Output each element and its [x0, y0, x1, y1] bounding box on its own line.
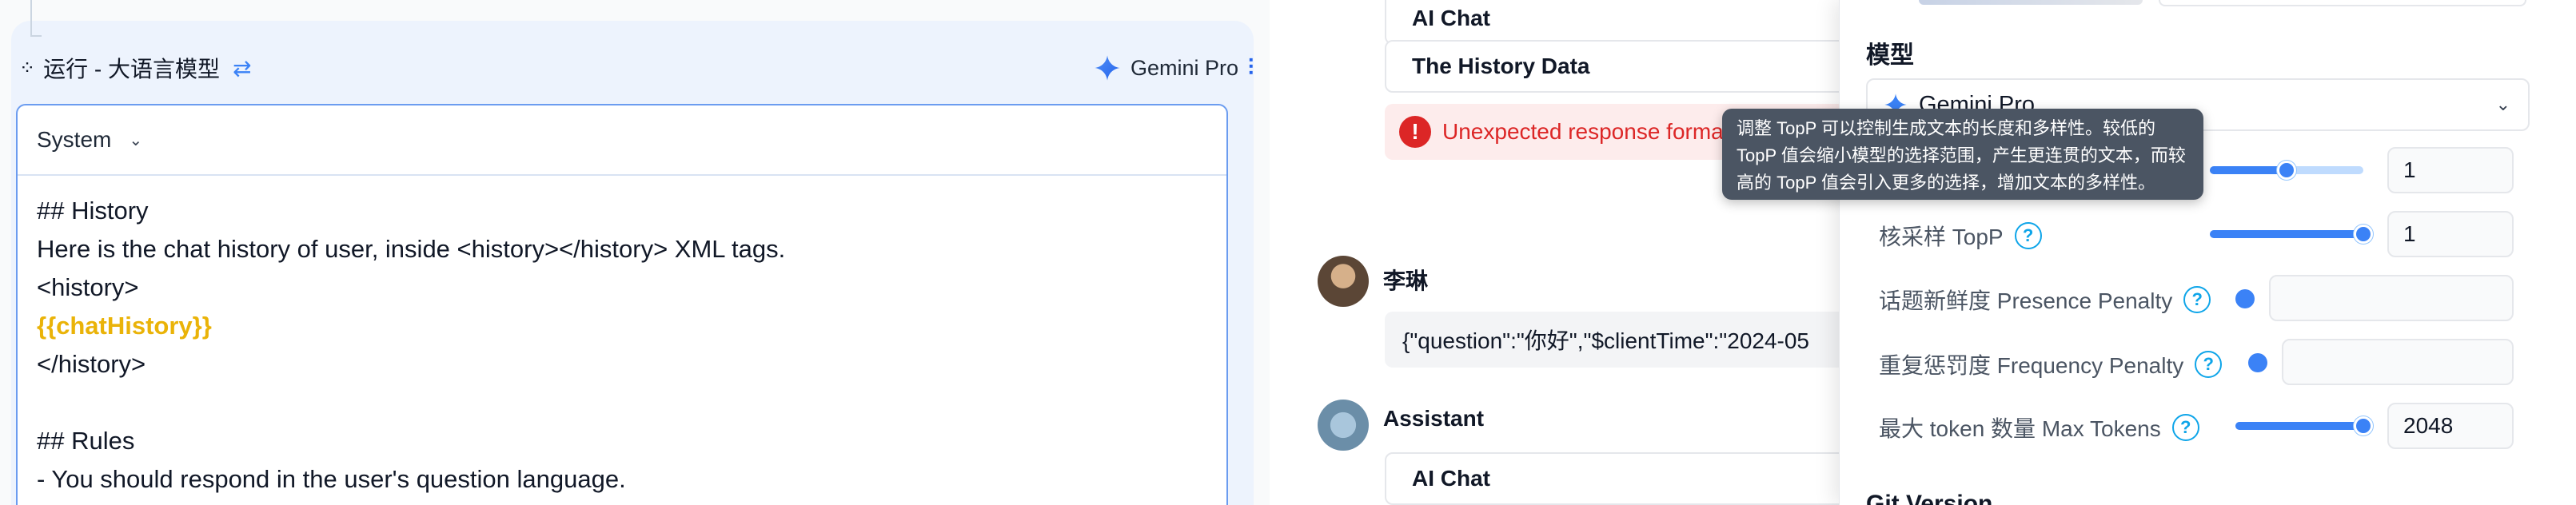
param-label-text: 话题新鲜度 Presence Penalty: [1879, 288, 2173, 313]
role-select-value: System: [37, 127, 112, 152]
tooltip-line: TopP 值会缩小模型的选择范围，产生更连贯的文本，而较: [1737, 145, 2186, 165]
slider-handle[interactable]: [2354, 416, 2373, 435]
model-chip[interactable]: Gemini Pro ⫶: [1094, 48, 1254, 88]
app-root: ⁘ 运行 - 大语言模型 ⇄ Gemini Pro ⫶ System ⌄ ## …: [0, 0, 2576, 505]
panel-divider: [1270, 0, 1286, 505]
swap-icon[interactable]: ⇄: [233, 55, 251, 82]
section-heading: Git Version: [1866, 491, 1993, 505]
topp-input[interactable]: 1: [2387, 211, 2514, 257]
tooltip-line: 高的 TopP 值会引入更多的选择，增加文本的多样性。: [1737, 173, 2155, 193]
assistant-avatar: [1318, 400, 1369, 451]
prompt-line: [37, 384, 1207, 422]
message-card[interactable]: The History Data: [1385, 40, 1880, 93]
slider-handle[interactable]: [2235, 289, 2255, 308]
help-icon[interactable]: ?: [2014, 222, 2042, 249]
panel-top-decoration: [1919, 0, 2143, 5]
help-icon[interactable]: ?: [2171, 414, 2199, 441]
param-label-text: 重复惩罚度 Frequency Penalty: [1879, 353, 2184, 378]
prompt-line: </history>: [37, 350, 146, 378]
sender-name: Assistant: [1383, 406, 1485, 431]
slider-handle[interactable]: [2277, 161, 2296, 180]
prompt-line: <history>: [37, 273, 139, 301]
param-label-presence: 话题新鲜度 Presence Penalty ?: [1879, 284, 2211, 316]
panel-top-field: [2159, 0, 2526, 6]
presence-penalty-input[interactable]: [2269, 275, 2514, 321]
temperature-input[interactable]: 1: [2387, 147, 2514, 193]
chevron-down-icon: ⌄: [2495, 94, 2510, 114]
prompt-textarea[interactable]: ## History Here is the chat history of u…: [18, 176, 1226, 505]
help-icon[interactable]: ?: [2195, 351, 2223, 378]
error-icon: !: [1399, 116, 1431, 148]
param-label-text: 核采样 TopP: [1879, 225, 2004, 249]
avatar: [1318, 256, 1369, 307]
param-label-text: 最大 token 数量 Max Tokens: [1879, 416, 2161, 441]
chevron-down-icon: ⌄: [129, 131, 143, 149]
message-card[interactable]: AI Chat: [1385, 452, 1880, 505]
max-tokens-slider[interactable]: [2235, 422, 2363, 430]
gemini-icon: [1095, 55, 1120, 81]
prompt-line: - You should respond in the user's quest…: [37, 465, 626, 493]
connector-foot: [30, 35, 42, 37]
slider-fill: [2210, 166, 2287, 174]
prompt-editor[interactable]: System ⌄ ## History Here is the chat his…: [16, 104, 1228, 505]
slider-fill: [2210, 230, 2363, 238]
user-message: {"question":"你好","$clientTime":"2024-05: [1385, 312, 1880, 368]
run-panel-title: 运行 - 大语言模型: [43, 57, 220, 82]
sparkle-icon: ⁘: [19, 57, 36, 79]
prompt-line: Here is the chat history of user, inside…: [37, 235, 786, 263]
param-label-max-tokens: 最大 token 数量 Max Tokens ?: [1879, 412, 2199, 443]
param-label-topp: 核采样 TopP ?: [1879, 220, 2042, 252]
topp-tooltip: 调整 TopP 可以控制生成文本的长度和多样性。较低的 TopP 值会缩小模型的…: [1722, 109, 2203, 200]
settings-sliders-icon[interactable]: ⫶: [1248, 55, 1254, 82]
connector-line: [30, 0, 32, 37]
slider-fill: [2235, 422, 2363, 430]
slider-handle[interactable]: [2354, 225, 2373, 244]
sender-name: 李琳: [1383, 268, 1429, 293]
prompt-line: ## Rules: [37, 427, 135, 455]
frequency-penalty-input[interactable]: [2282, 339, 2514, 385]
max-tokens-input[interactable]: 2048: [2387, 403, 2514, 449]
topp-slider[interactable]: [2210, 230, 2363, 238]
scrollbar-gutter: [2555, 0, 2576, 505]
model-chip-label: Gemini Pro: [1130, 55, 1238, 80]
prompt-line: ## History: [37, 197, 149, 225]
message-card[interactable]: AI Chat: [1385, 0, 1880, 45]
help-icon[interactable]: ?: [2183, 286, 2211, 313]
param-label-frequency: 重复惩罚度 Frequency Penalty ?: [1879, 348, 2223, 380]
model-heading: 模型: [1866, 42, 1914, 69]
error-text: Unexpected response format: [1442, 119, 1730, 144]
prompt-variable: {{chatHistory}}: [37, 312, 212, 340]
slider-handle[interactable]: [2248, 353, 2267, 372]
run-panel-header: ⁘ 运行 - 大语言模型 ⇄: [19, 48, 251, 88]
tooltip-line: 调整 TopP 可以控制生成文本的长度和多样性。较低的: [1737, 118, 2155, 138]
role-select[interactable]: System ⌄: [18, 105, 1226, 176]
